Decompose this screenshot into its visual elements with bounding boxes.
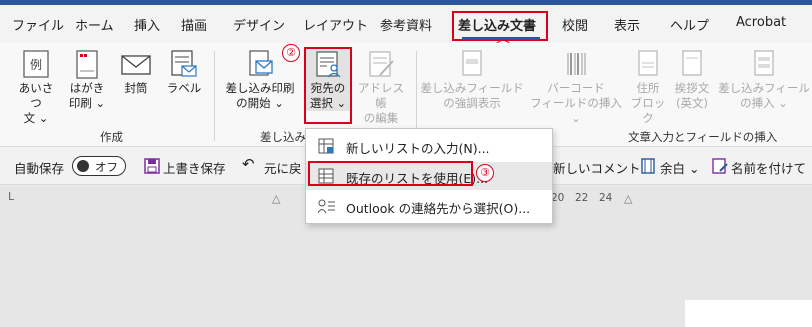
save-as-icon	[712, 158, 728, 174]
insert-field-label-2: の挿入 ⌄	[740, 96, 788, 110]
greeting-button[interactable]: 例 あいさつ 文 ⌄	[14, 49, 58, 126]
address-book-label-1: アドレス帳	[358, 81, 404, 110]
margins-button[interactable]: 余白 ⌄	[660, 158, 699, 177]
greeting-card-icon: 例	[23, 50, 49, 78]
start-merge-label-2: の開始 ⌄	[236, 96, 284, 110]
right-indent-marker[interactable]: △	[624, 192, 632, 205]
menu-item-label: Outlook の連絡先から選択(O)...	[346, 201, 531, 216]
ruler-tick: 24	[599, 192, 613, 204]
group-separator	[214, 51, 215, 141]
tab-view[interactable]: 表示	[614, 15, 640, 34]
menu-item-label: 新しいリストの入力(N)...	[346, 141, 490, 156]
step-3-badge: ③	[476, 164, 494, 182]
greeting-line-icon	[682, 50, 702, 76]
toggle-state-text: オフ	[95, 160, 118, 174]
barcode-label-1: バーコード	[547, 81, 605, 95]
start-merge-icon	[249, 50, 273, 76]
undo-icon[interactable]: ↶	[242, 155, 255, 173]
start-merge-label-1: 差し込み印刷	[225, 81, 295, 95]
barcode-icon	[567, 53, 586, 75]
save-icon[interactable]	[144, 158, 160, 174]
insert-field-label-1: 差し込みフィール	[718, 81, 810, 95]
tab-stop-selector[interactable]: L	[8, 190, 14, 203]
tab-file[interactable]: ファイル	[12, 15, 64, 34]
greeting-label-2: 文 ⌄	[23, 111, 49, 125]
undo-button[interactable]: 元に戻	[264, 158, 302, 177]
tab-design[interactable]: デザイン	[233, 15, 285, 34]
edit-list-icon	[369, 51, 394, 77]
greeting-line-label-1: 挨拶文	[674, 81, 710, 95]
new-comment-button[interactable]: 新しいコメント	[553, 158, 641, 177]
select-recipients-highlight	[304, 47, 352, 124]
address-block-label-2: ブロック	[630, 96, 666, 125]
address-block-label-1: 住所	[636, 81, 660, 95]
label-label: ラベル	[166, 81, 202, 95]
existing-list-highlight	[308, 161, 473, 186]
insert-field-icon	[754, 50, 774, 76]
field-group-label: 文章入力とフィールドの挿入	[628, 130, 778, 144]
postcard-label-1: はがき	[69, 81, 105, 95]
toggle-knob	[77, 160, 89, 172]
greeting-icon-text: 例	[30, 58, 42, 72]
label-icon	[171, 50, 197, 77]
postcard-label-2: 印刷 ⌄	[68, 96, 106, 110]
tab-layout[interactable]: レイアウト	[303, 15, 368, 34]
ruler-tick: 20	[551, 192, 565, 204]
save-as-button[interactable]: 名前を付けて	[731, 158, 806, 177]
menu-item-new-list[interactable]: 新しいリストの入力(N)...	[306, 132, 552, 160]
overwrite-save-button[interactable]: 上書き保存	[163, 158, 226, 177]
envelope-label: 封筒	[124, 81, 148, 95]
address-block-button[interactable]: 住所 ブロック	[628, 49, 668, 126]
greeting-label-1: あいさつ	[18, 81, 54, 110]
tab-draw[interactable]: 描画	[181, 15, 207, 34]
insert-barcode-field-button[interactable]: バーコード フィールドの挿入 ⌄	[526, 49, 626, 126]
highlight-fields-label-2: の強調表示	[443, 96, 501, 110]
create-group-label: 作成	[100, 130, 123, 144]
envelope-button[interactable]: 封筒	[116, 49, 156, 96]
barcode-label-2: フィールドの挿入 ⌄	[530, 96, 622, 125]
merge-group-label: 差し込み	[260, 130, 306, 144]
edit-address-book-button[interactable]: アドレス帳 の編集	[354, 49, 408, 126]
contacts-icon	[318, 199, 335, 214]
tab-references[interactable]: 参考資料	[380, 15, 432, 34]
address-book-label-2: の編集	[363, 111, 399, 125]
postcard-print-button[interactable]: はがき 印刷 ⌄	[64, 49, 110, 111]
postcard-icon	[76, 50, 98, 79]
tab-insert[interactable]: 挿入	[134, 15, 160, 34]
highlight-fields-icon	[462, 50, 482, 76]
autosave-label: 自動保存	[14, 161, 65, 176]
ribbon-tabs: ファイル ホーム 挿入 描画 デザイン レイアウト 参考資料 差し込み文書 校閲…	[0, 5, 812, 43]
indent-marker[interactable]: △	[272, 192, 280, 205]
step-2-badge: ②	[282, 44, 300, 62]
margins-icon	[641, 158, 655, 174]
tab-help[interactable]: ヘルプ	[670, 15, 709, 34]
ruler-tick: 22	[575, 192, 589, 204]
tab-review[interactable]: 校閲	[562, 15, 588, 34]
address-block-icon	[638, 50, 658, 76]
label-button[interactable]: ラベル	[162, 49, 206, 96]
tab-acrobat[interactable]: Acrobat	[736, 15, 786, 30]
greeting-line-label-2: (英文)	[676, 96, 708, 110]
menu-item-outlook-contacts[interactable]: Outlook の連絡先から選択(O)...	[306, 192, 552, 220]
highlight-fields-label-1: 差し込みフィールド	[420, 81, 524, 95]
greeting-line-button[interactable]: 挨拶文 (英文)	[670, 49, 714, 111]
tab-home[interactable]: ホーム	[75, 15, 114, 34]
envelope-icon	[121, 55, 151, 75]
new-list-icon	[318, 138, 334, 154]
document-page[interactable]	[685, 300, 812, 327]
insert-merge-field-button[interactable]: 差し込みフィール の挿入 ⌄	[716, 49, 812, 111]
autosave-toggle[interactable]: オフ	[72, 156, 126, 176]
highlight-merge-fields-button[interactable]: 差し込みフィールド の強調表示	[420, 49, 524, 111]
